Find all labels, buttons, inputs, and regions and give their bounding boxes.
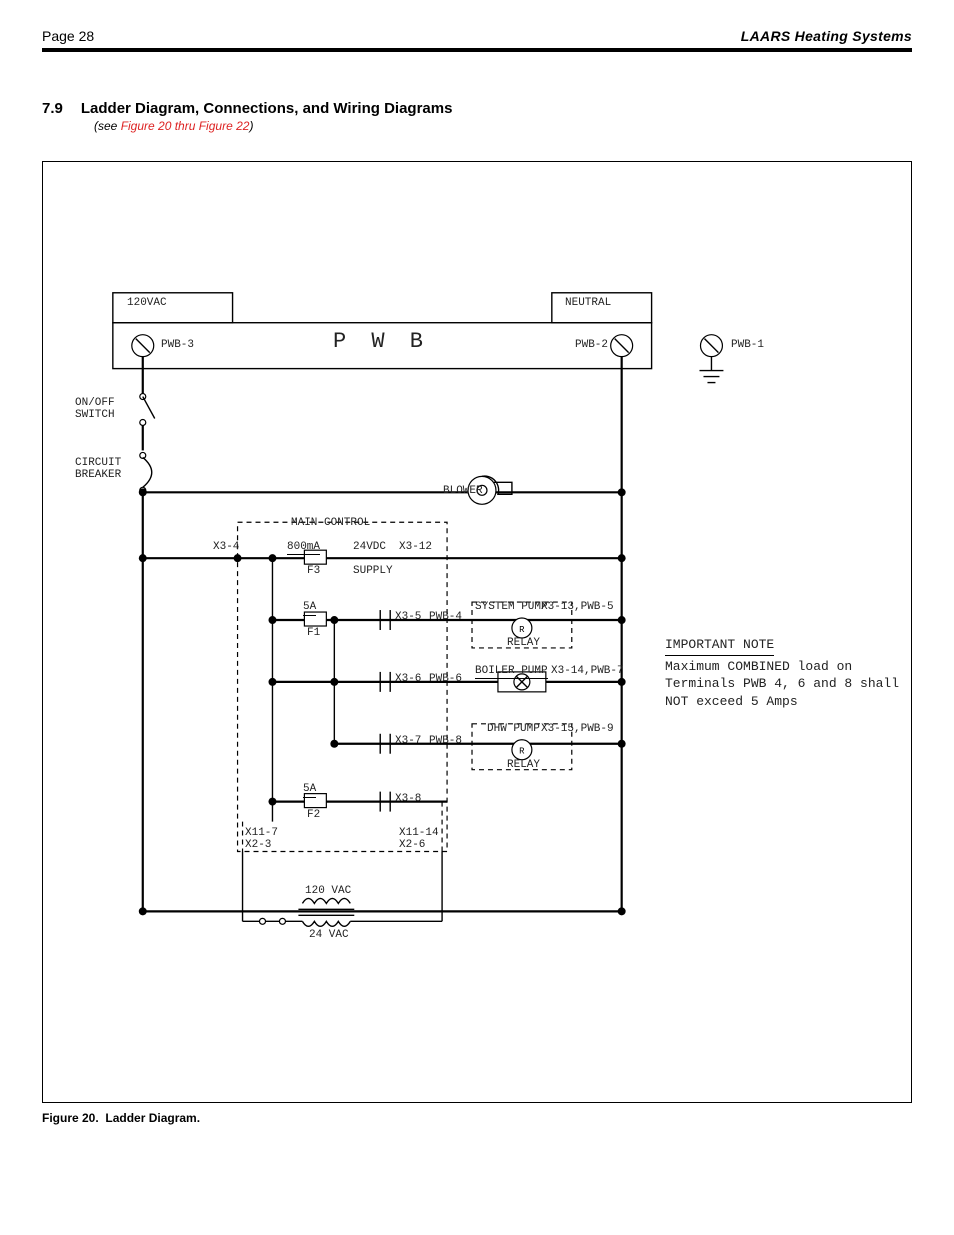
label-x312: X3-12 (399, 542, 432, 554)
label-blower: BLOWER (443, 486, 483, 498)
section-7-9: 7.9 Ladder Diagram, Connections, and Wir… (42, 100, 912, 133)
note-body: Maximum COMBINED load on Terminals PWB 4… (665, 659, 899, 709)
svg-text:R: R (519, 625, 525, 635)
ladder-diagram-svg: .ln{stroke:#000;stroke-width:1.4;fill:no… (43, 162, 911, 1102)
section-see: (see Figure 20 thru Figure 22) (94, 119, 912, 133)
svg-text:R: R (519, 747, 525, 757)
label-x314: X3-14,PWB-7 (551, 666, 624, 678)
label-x315: X3-15,PWB-9 (541, 724, 614, 736)
page-header: Page 28 LAARS Heating Systems (42, 28, 912, 52)
label-f2: F2 (307, 810, 320, 822)
page-number: Page 28 (42, 28, 94, 44)
label-x313: X3-13,PWB-5 (541, 602, 614, 614)
label-x1114: X11-14 X2-6 (399, 828, 439, 851)
see-prefix: (see (94, 119, 121, 133)
label-800ma: 800mA (287, 542, 320, 555)
label-x36: X3-6 (395, 674, 421, 686)
label-dhw-pump: DHW PUMP (487, 724, 540, 736)
important-note: IMPORTANT NOTE Maximum COMBINED load on … (665, 636, 911, 710)
see-suffix: ) (249, 119, 253, 133)
figure-label: Figure 20. (42, 1111, 99, 1125)
section-title: Ladder Diagram, Connections, and Wiring … (81, 100, 453, 117)
label-5a-f2: 5A (303, 784, 316, 798)
label-x38: X3-8 (395, 794, 421, 806)
label-pwb4: PWB-4 (429, 612, 462, 624)
label-pwb8: PWB-8 (429, 736, 462, 748)
label-system-pump: SYSTEM PUMP (475, 602, 548, 614)
figure-cross-ref: Figure 20 thru Figure 22 (121, 119, 250, 133)
label-120vac: 120VAC (127, 298, 167, 310)
label-f3: F3 (307, 566, 320, 578)
label-x37: X3-7 (395, 736, 421, 748)
label-breaker: CIRCUIT BREAKER (75, 458, 121, 481)
label-boiler-pump: BOILER PUMP (475, 666, 548, 679)
label-supply: SUPPLY (353, 566, 393, 578)
label-pwb1: PWB-1 (731, 340, 764, 352)
label-x35: X3-5 (395, 612, 421, 624)
brand: LAARS Heating Systems (741, 28, 912, 44)
label-relay1: RELAY (507, 638, 540, 650)
pwb-1-screw-icon (700, 335, 722, 357)
label-neutral: NEUTRAL (565, 298, 611, 310)
label-x117: X11-7 X2-3 (245, 828, 278, 851)
label-f1: F1 (307, 628, 320, 640)
label-relay2: RELAY (507, 760, 540, 772)
label-120vac-xfmr: 120 VAC (305, 886, 351, 898)
pwb-2-screw-icon (611, 335, 633, 357)
figure-text: Ladder Diagram. (105, 1111, 200, 1125)
pwb-3-screw-icon (132, 335, 154, 357)
figure-20: .ln{stroke:#000;stroke-width:1.4;fill:no… (42, 161, 912, 1103)
label-switch: ON/OFF SWITCH (75, 398, 115, 421)
figure-caption: Figure 20. Ladder Diagram. (42, 1111, 912, 1125)
section-number: 7.9 (42, 100, 63, 117)
label-main-control: MAIN CONTROL (291, 518, 370, 530)
label-x34: X3-4 (213, 542, 239, 554)
label-pwb2: PWB-2 (575, 340, 608, 352)
label-pwb: P W B (333, 330, 429, 353)
label-pwb6: PWB-6 (429, 674, 462, 686)
label-24vac-xfmr: 24 VAC (309, 930, 349, 942)
label-24vdc: 24VDC (353, 542, 386, 554)
label-pwb3: PWB-3 (161, 340, 194, 352)
note-heading: IMPORTANT NOTE (665, 636, 774, 656)
label-5a-f1: 5A (303, 602, 316, 616)
